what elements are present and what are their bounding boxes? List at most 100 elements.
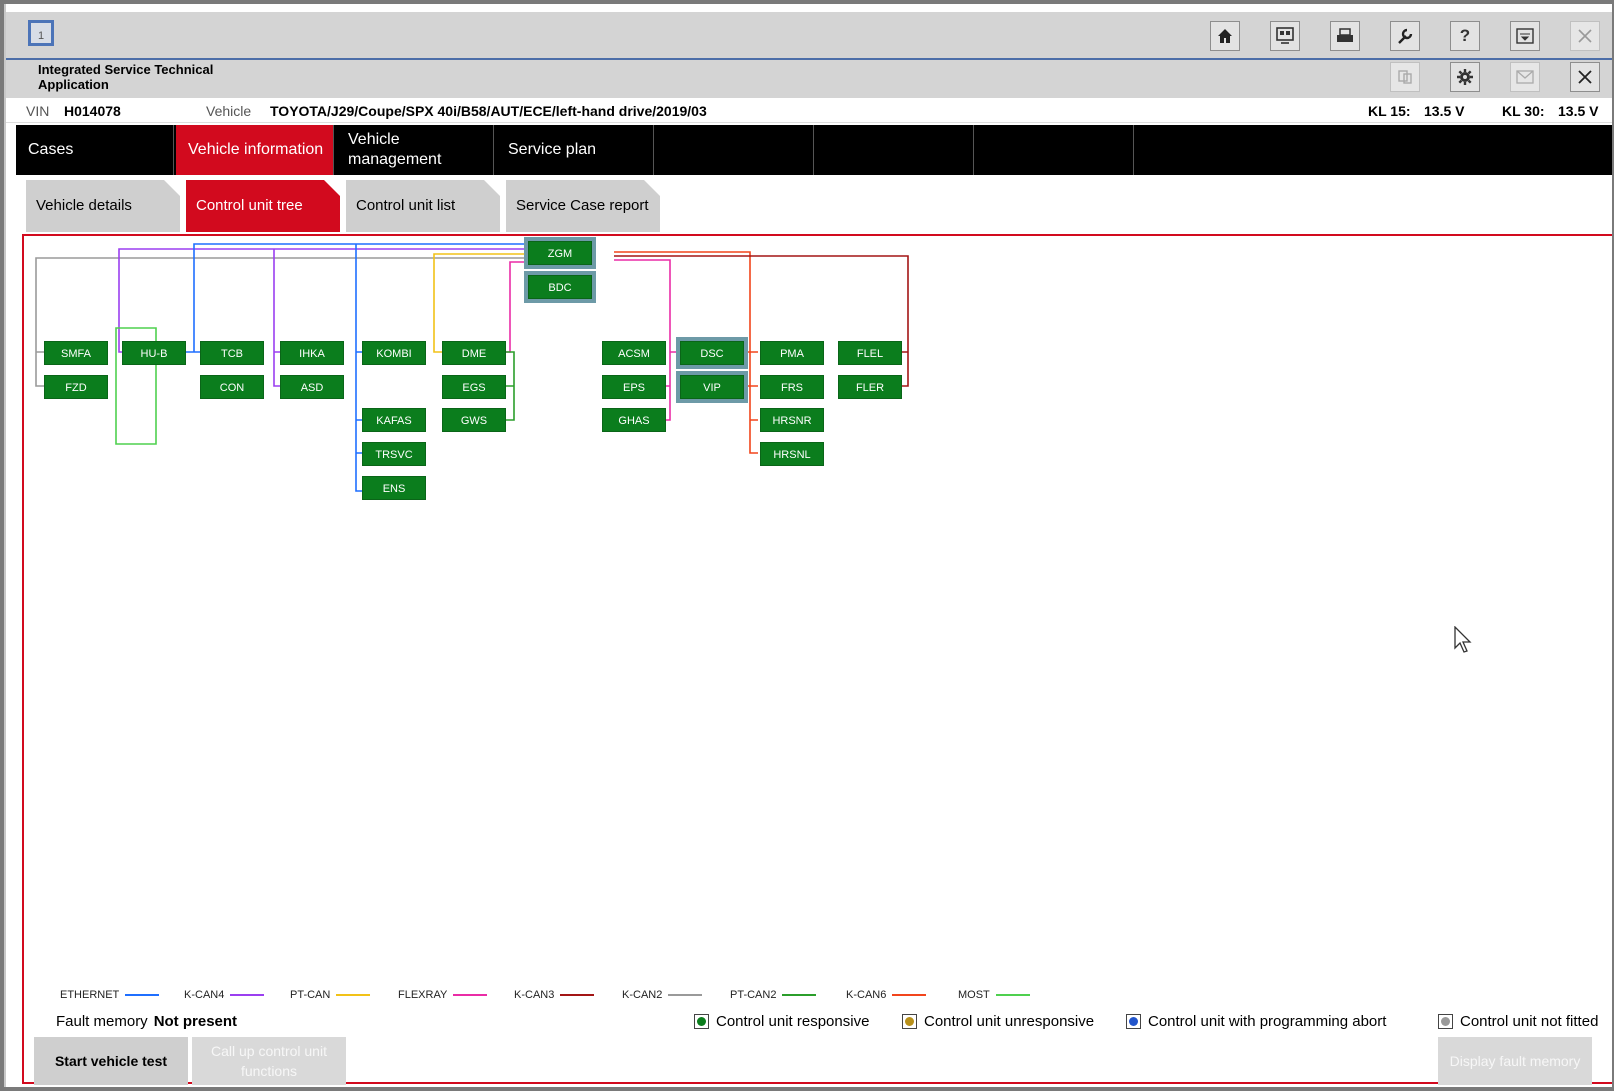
ecu-ens[interactable]: ENS xyxy=(362,476,426,500)
ecu-frs[interactable]: FRS xyxy=(760,375,824,399)
legend-label: ETHERNET xyxy=(60,989,120,1001)
tab-empty-3 xyxy=(976,125,1134,175)
ecu-vip[interactable]: VIP xyxy=(676,371,748,403)
ecu-ihka[interactable]: IHKA xyxy=(280,341,344,365)
legend-pt-can2: PT-CAN2 xyxy=(730,989,817,1001)
vehicle-value: TOYOTA/J29/Coupe/SPX 40i/B58/AUT/ECE/lef… xyxy=(270,103,707,119)
ecu-egs[interactable]: EGS xyxy=(442,375,506,399)
ecu-trsvc[interactable]: TRSVC xyxy=(362,442,426,466)
legend-label: PT-CAN2 xyxy=(730,989,777,1001)
print-icon[interactable] xyxy=(1330,21,1360,51)
mouse-cursor-icon xyxy=(1454,626,1472,653)
tab-empty-2 xyxy=(816,125,974,175)
top-toolbar: 1 ? xyxy=(6,12,1612,60)
tab-empty-1 xyxy=(656,125,814,175)
ecu-hrsnl[interactable]: HRSNL xyxy=(760,442,824,466)
settings-icon[interactable] xyxy=(1450,62,1480,92)
diagnosis-icon[interactable] xyxy=(1270,21,1300,51)
vin-label: VIN xyxy=(26,103,50,119)
ecu-acsm[interactable]: ACSM xyxy=(602,341,666,365)
legend-pt-can: PT-CAN xyxy=(290,989,371,1001)
status-not-fitted: Control unit not fitted xyxy=(1438,1013,1598,1030)
window-number[interactable]: 1 xyxy=(28,20,54,46)
title-bar: Integrated Service Technical Application xyxy=(6,60,1612,98)
ecu-gws[interactable]: GWS xyxy=(442,408,506,432)
ecu-eps[interactable]: EPS xyxy=(602,375,666,399)
status-responsive-icon xyxy=(694,1014,709,1029)
control-unit-tree-panel: ZGM BDC SMFA FZD HU-B TCB CON IHKA ASD K… xyxy=(22,234,1612,1085)
legend-label: MOST xyxy=(958,989,990,1001)
close-icon[interactable] xyxy=(1570,21,1600,51)
tab-cases[interactable]: Cases xyxy=(16,125,174,175)
legend-k-can4: K-CAN4 xyxy=(184,989,265,1001)
status-label: Control unit unresponsive xyxy=(924,1013,1095,1030)
ecu-kafas[interactable]: KAFAS xyxy=(362,408,426,432)
subtab-control-unit-tree[interactable]: Control unit tree xyxy=(186,180,340,232)
start-vehicle-test-button[interactable]: Start vehicle test xyxy=(34,1037,188,1085)
close-app-icon[interactable] xyxy=(1570,62,1600,92)
ecu-fzd[interactable]: FZD xyxy=(44,375,108,399)
subtab-service-case-report[interactable]: Service Case report xyxy=(506,180,660,232)
connection-icon[interactable] xyxy=(1390,62,1420,92)
ecu-flel[interactable]: FLEL xyxy=(838,341,902,365)
status-programming-abort-icon xyxy=(1126,1014,1141,1029)
ecu-ghas[interactable]: GHAS xyxy=(602,408,666,432)
vehicle-label: Vehicle xyxy=(206,103,252,119)
legend-flexray: FLEXRAY xyxy=(398,989,488,1001)
display-fault-memory-button[interactable]: Display fault memory xyxy=(1438,1037,1592,1085)
ecu-kombi[interactable]: KOMBI xyxy=(362,341,426,365)
app-title: Integrated Service Technical Application xyxy=(38,62,214,92)
kl30-label: KL 30: xyxy=(1502,103,1545,119)
tab-service-plan[interactable]: Service plan xyxy=(496,125,654,175)
fault-memory-label: Fault memory xyxy=(56,1013,148,1030)
main-nav: Cases Vehicle information Vehicle manage… xyxy=(16,125,1612,175)
home-icon[interactable] xyxy=(1210,21,1240,51)
ecu-hu-b[interactable]: HU-B xyxy=(122,341,186,365)
ecu-asd[interactable]: ASD xyxy=(280,375,344,399)
legend-ethernet: ETHERNET xyxy=(60,989,160,1001)
status-label: Control unit with programming abort xyxy=(1148,1013,1387,1030)
status-unresponsive: Control unit unresponsive xyxy=(902,1013,1094,1030)
kl30-value: 13.5 V xyxy=(1558,103,1599,119)
status-label: Control unit responsive xyxy=(716,1013,870,1030)
ecu-dme[interactable]: DME xyxy=(442,341,506,365)
ecu-hrsnr[interactable]: HRSNR xyxy=(760,408,824,432)
help-icon[interactable]: ? xyxy=(1450,21,1480,51)
ecu-dsc[interactable]: DSC xyxy=(676,337,748,369)
ecu-tcb[interactable]: TCB xyxy=(200,341,264,365)
status-not-fitted-icon xyxy=(1438,1014,1453,1029)
legend-k-can6: K-CAN6 xyxy=(846,989,927,1001)
kl15-value: 13.5 V xyxy=(1424,103,1465,119)
legend-label: K-CAN3 xyxy=(514,989,555,1001)
status-responsive: Control unit responsive xyxy=(694,1013,869,1030)
status-unresponsive-icon xyxy=(902,1014,917,1029)
minimize-icon[interactable] xyxy=(1510,21,1540,51)
wrench-icon[interactable] xyxy=(1390,21,1420,51)
ecu-smfa[interactable]: SMFA xyxy=(44,341,108,365)
legend-k-can2: K-CAN2 xyxy=(622,989,703,1001)
legend-label: PT-CAN xyxy=(290,989,331,1001)
ecu-bdc[interactable]: BDC xyxy=(524,271,596,303)
subtab-vehicle-details[interactable]: Vehicle details xyxy=(26,180,180,232)
legend-label: K-CAN6 xyxy=(846,989,887,1001)
vin-value: H014078 xyxy=(64,103,121,119)
legend-label: FLEXRAY xyxy=(398,989,448,1001)
kl15-label: KL 15: xyxy=(1368,103,1411,119)
ecu-pma[interactable]: PMA xyxy=(760,341,824,365)
legend-label: K-CAN4 xyxy=(184,989,225,1001)
subtab-control-unit-list[interactable]: Control unit list xyxy=(346,180,500,232)
ecu-fler[interactable]: FLER xyxy=(838,375,902,399)
ecu-zgm[interactable]: ZGM xyxy=(524,237,596,269)
legend-label: K-CAN2 xyxy=(622,989,663,1001)
tab-vehicle-management[interactable]: Vehicle management xyxy=(336,125,494,175)
tab-vehicle-information[interactable]: Vehicle information xyxy=(176,125,334,175)
app-window: 1 ? Integrated Service Technical Applica… xyxy=(4,4,1612,1087)
fault-memory: Fault memory Not present xyxy=(56,1013,237,1030)
call-up-control-unit-functions-button[interactable]: Call up control unit functions xyxy=(192,1037,346,1085)
status-label: Control unit not fitted xyxy=(1460,1013,1599,1030)
legend-most: MOST xyxy=(958,989,1030,1001)
fault-memory-value: Not present xyxy=(153,1013,238,1030)
legend-k-can3: K-CAN3 xyxy=(514,989,595,1001)
mail-icon[interactable] xyxy=(1510,62,1540,92)
ecu-con[interactable]: CON xyxy=(200,375,264,399)
